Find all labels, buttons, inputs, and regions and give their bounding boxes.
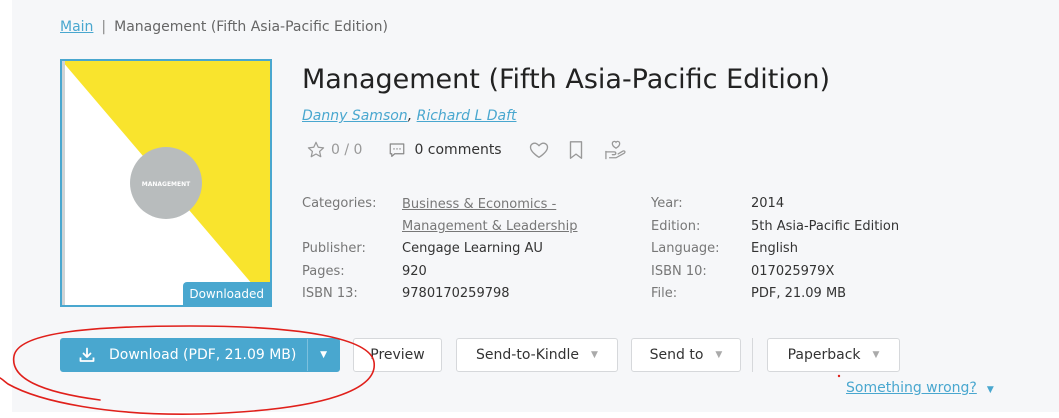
send-to-kindle-button[interactable]: Send-to-Kindle ▼ <box>456 338 618 372</box>
detail-label: File: <box>651 286 678 301</box>
detail-row-language: Language: English <box>651 239 899 262</box>
heart-icon[interactable] <box>528 139 550 161</box>
book-title: Management (Fifth Asia-Pacific Edition) <box>302 64 831 95</box>
comments-count: 0 comments <box>414 142 502 158</box>
author-link-1[interactable]: Danny Samson <box>302 108 408 124</box>
send-to-kindle-label: Send-to-Kindle <box>476 347 580 363</box>
breadcrumb: Main | Management (Fifth Asia-Pacific Edit… <box>60 19 388 35</box>
detail-label: ISBN 13: <box>302 286 358 301</box>
preview-button[interactable]: Preview <box>353 338 442 372</box>
something-wrong-link[interactable]: Something wrong? ▼ <box>846 380 994 396</box>
send-to-label: Send to <box>649 347 704 363</box>
breadcrumb-current: Management (Fifth Asia-Pacific Edition) <box>114 19 388 35</box>
detail-label: Pages: <box>302 263 345 279</box>
detail-row-pages: Pages: 920 <box>302 262 578 285</box>
detail-label: ISBN 10: <box>651 263 707 279</box>
send-to-button[interactable]: Send to ▼ <box>631 338 741 372</box>
cover-title-text: MANAGEMENT <box>142 181 191 188</box>
detail-row-year: Year: 2014 <box>651 194 899 217</box>
download-button-group: Download (PDF, 21.09 MB) ▼ <box>60 338 340 372</box>
detail-row-isbn10: ISBN 10: 017025979X <box>651 262 899 285</box>
comments-link[interactable]: 0 comments <box>388 141 502 159</box>
detail-value: 017025979X <box>751 263 835 279</box>
details-left: Categories: Business & Economics - Manage… <box>302 194 578 307</box>
cover-art: MANAGEMENT <box>62 61 270 305</box>
button-divider <box>752 338 753 372</box>
bookmark-icon[interactable] <box>566 139 586 161</box>
rating-value: 0 / 0 <box>331 142 363 158</box>
detail-row-publisher: Publisher: Cengage Learning AU <box>302 239 578 262</box>
download-options-toggle[interactable]: ▼ <box>307 339 339 371</box>
download-tray-icon <box>79 347 95 363</box>
detail-label: Edition: <box>651 218 701 234</box>
detail-row-isbn13: ISBN 13: 9780170259798 <box>302 284 578 307</box>
preview-label: Preview <box>370 347 425 363</box>
book-cover[interactable]: MANAGEMENT Downloaded <box>60 59 272 307</box>
caret-down-icon: ▼ <box>591 350 598 360</box>
detail-row-file: File: PDF, 21.09 MB <box>651 284 899 307</box>
breadcrumb-main-link[interactable]: Main <box>60 19 93 35</box>
paperback-label: Paperback <box>787 347 861 363</box>
book-actions-row: 0 / 0 0 comments <box>306 138 628 162</box>
author-link-2[interactable]: Richard L Daft <box>417 108 517 124</box>
paperback-button[interactable]: Paperback ▼ <box>767 338 900 372</box>
detail-label: Categories: <box>302 196 377 211</box>
caret-down-icon: ▼ <box>715 350 723 360</box>
author-separator: , <box>407 108 413 124</box>
detail-value: 9780170259798 <box>402 286 510 301</box>
detail-value: Cengage Learning AU <box>402 241 543 256</box>
breadcrumb-separator: | <box>101 19 107 35</box>
detail-value: 5th Asia-Pacific Edition <box>751 218 900 234</box>
caret-down-icon: ▼ <box>320 350 328 360</box>
details-right: Year: 2014 Edition: 5th Asia-Pacific Edi… <box>651 194 899 307</box>
comment-icon <box>388 141 406 159</box>
category-line-1: Business & Economics - <box>402 197 557 212</box>
donate-hand-icon[interactable] <box>604 139 628 161</box>
category-line-2: Management & Leadership <box>402 219 578 234</box>
detail-label: Year: <box>651 196 683 211</box>
category-link[interactable]: Business & Economics - Management & Leade… <box>402 194 578 239</box>
detail-row-edition: Edition: 5th Asia-Pacific Edition <box>651 217 899 240</box>
something-wrong-label: Something wrong? <box>846 380 977 396</box>
downloaded-badge: Downloaded <box>183 282 270 305</box>
detail-row-categories: Categories: Business & Economics - Manage… <box>302 194 578 239</box>
detail-value: 2014 <box>751 196 785 211</box>
rating[interactable]: 0 / 0 <box>306 140 362 160</box>
detail-value: PDF, 21.09 MB <box>751 286 847 301</box>
detail-label: Publisher: <box>302 241 366 256</box>
caret-down-icon: ▼ <box>872 350 880 360</box>
detail-label: Language: <box>651 241 720 256</box>
download-button[interactable]: Download (PDF, 21.09 MB) <box>61 339 307 371</box>
detail-value: 920 <box>402 263 427 279</box>
authors: Danny Samson, Richard L Daft <box>302 108 516 124</box>
star-icon <box>306 140 326 160</box>
detail-value: English <box>751 241 798 256</box>
download-label: Download (PDF, 21.09 MB) <box>109 347 297 363</box>
caret-down-icon: ▼ <box>986 385 994 395</box>
